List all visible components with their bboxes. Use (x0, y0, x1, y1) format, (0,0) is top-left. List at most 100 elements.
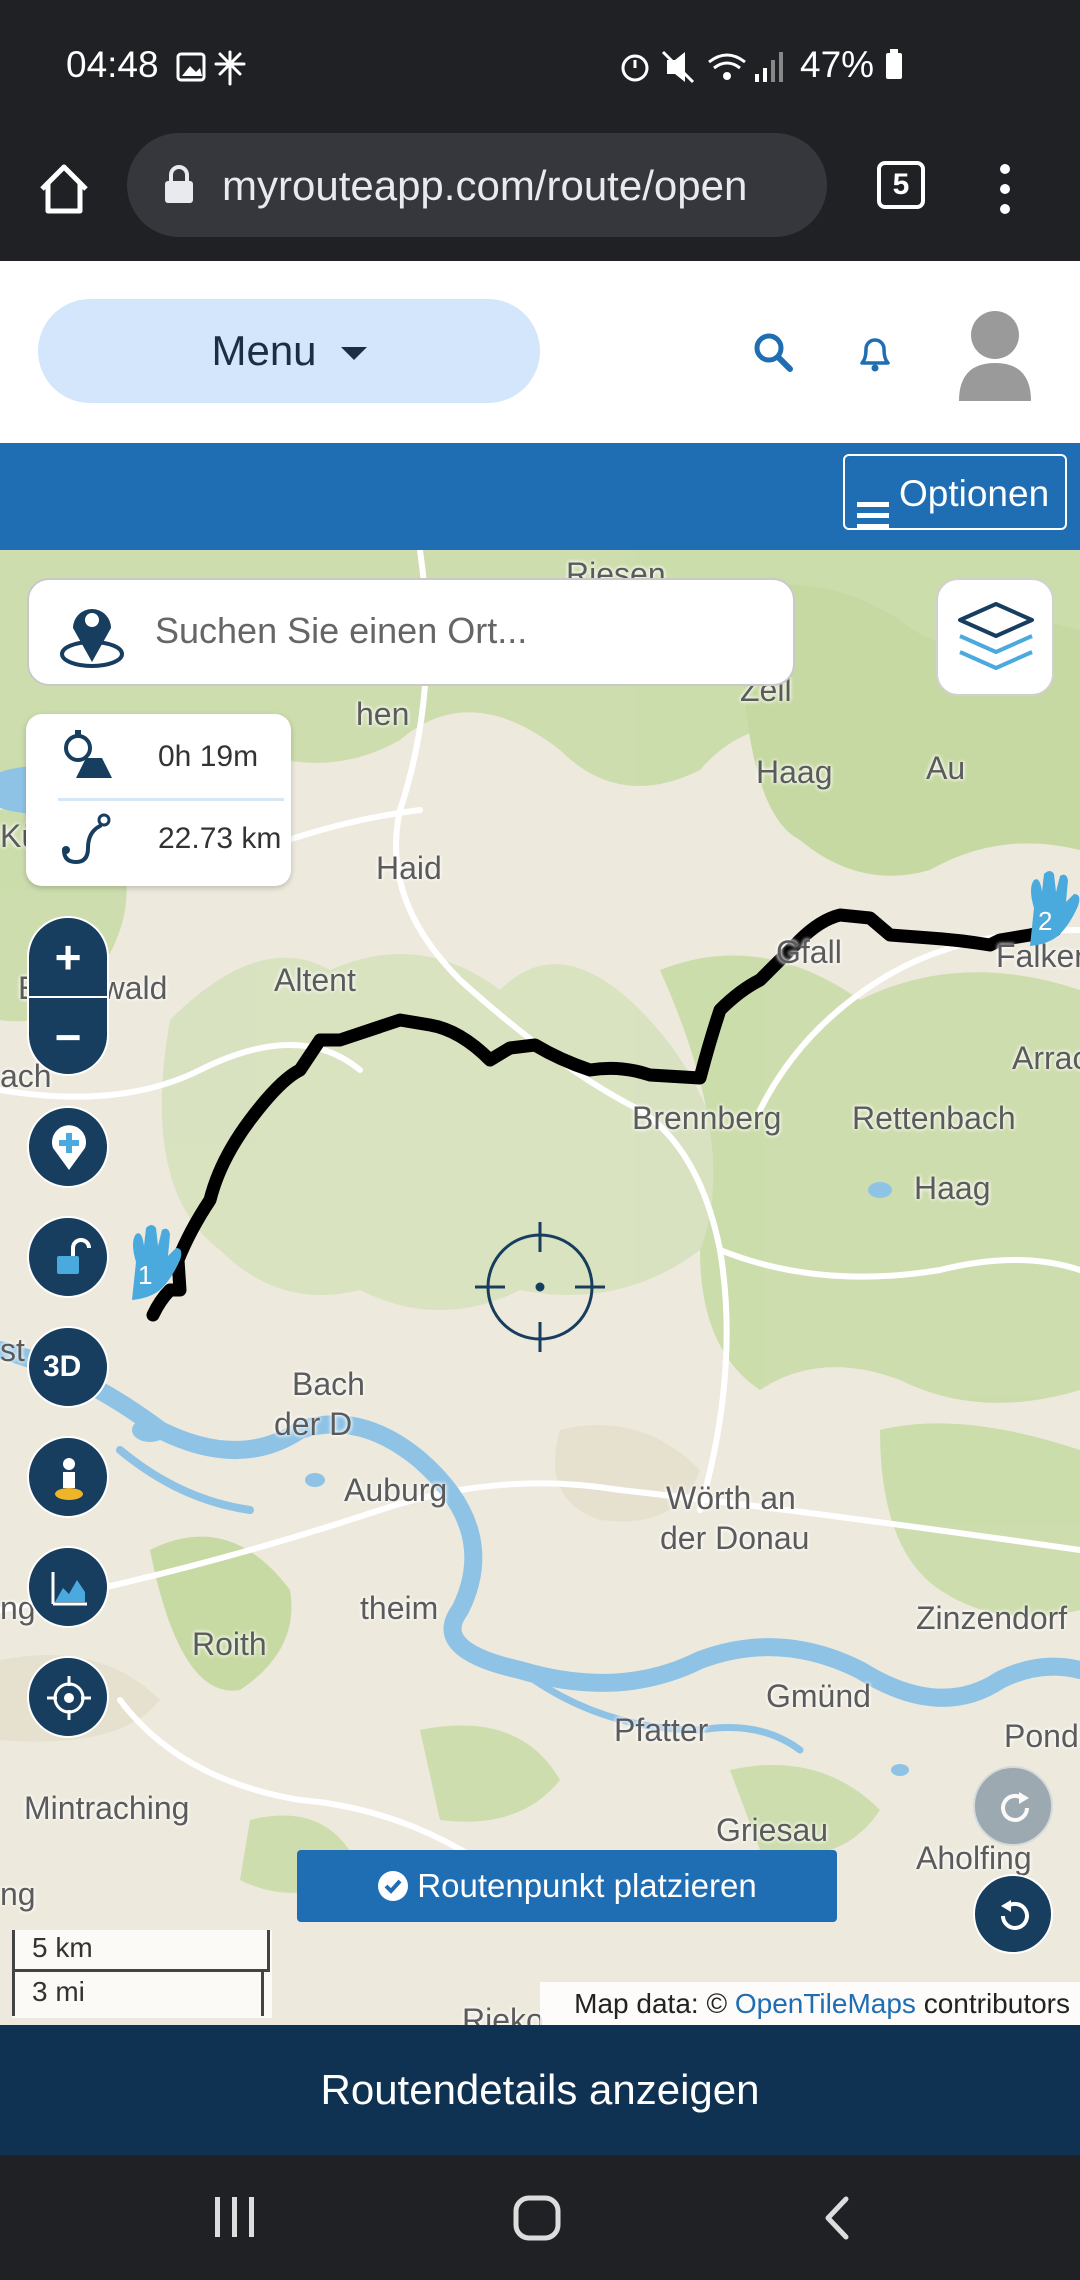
search-placeholder: Suchen Sie einen Ort... (155, 610, 528, 651)
route-toolbar: Optionen (0, 443, 1080, 550)
home-icon[interactable] (34, 159, 94, 224)
3d-view-button[interactable]: 3D (27, 1326, 109, 1408)
undo-button[interactable] (973, 1874, 1053, 1954)
map-scale: 5 km 3 mi (12, 1930, 272, 2018)
bell-icon[interactable] (854, 331, 896, 380)
refresh-icon (1001, 1792, 1029, 1822)
map-label: Rieko (462, 2002, 544, 2025)
map-label: Gfall (776, 934, 842, 970)
map-label: Zinzendorf (916, 1600, 1068, 1636)
add-waypoint-button[interactable] (27, 1106, 109, 1188)
locate-me-button[interactable] (27, 1656, 109, 1738)
browser-url-bar: myrouteapp.com/route/open 5 (0, 133, 1080, 261)
battery-percent: 47% (800, 44, 904, 86)
map-label: Griesau (716, 1812, 829, 1848)
home-nav-icon[interactable] (513, 2195, 561, 2246)
route-distance: 22.73 km (158, 822, 282, 855)
map-label: Arrac (1012, 1040, 1080, 1076)
system-icons (615, 46, 795, 91)
elevation-chart-icon (51, 1572, 87, 1606)
location-pin-icon (57, 596, 127, 675)
menu-label: Menu (211, 327, 317, 374)
map-label: Gmünd (766, 1678, 871, 1714)
lock-icon[interactable] (162, 163, 196, 210)
scale-km: 5 km (32, 1932, 93, 1963)
place-search-input[interactable]: Suchen Sie einen Ort... (27, 578, 795, 686)
duration-row: 0h 19m (58, 730, 258, 790)
place-waypoint-label: Routenpunkt platzieren (417, 1867, 757, 1904)
search-icon[interactable] (752, 331, 794, 378)
unlock-button[interactable] (27, 1216, 109, 1298)
avatar[interactable] (955, 303, 1035, 406)
options-label: Optionen (899, 473, 1050, 514)
hand-marker-icon (132, 1225, 182, 1300)
route-distance-icon (62, 813, 111, 865)
stopwatch-car-icon (64, 730, 112, 778)
map-label: ng (0, 1876, 36, 1912)
3d-label: 3D (43, 1350, 82, 1383)
back-icon[interactable] (822, 2195, 852, 2246)
gallery-icon (176, 50, 246, 86)
map-label: Pond (1004, 1718, 1079, 1754)
map-label: Wörth an (666, 1480, 796, 1516)
more-vert-icon[interactable] (995, 159, 1015, 224)
route-duration: 0h 19m (158, 740, 259, 773)
attribution-link[interactable]: OpenTileMaps (735, 1988, 916, 2019)
map-label: Rettenbach (852, 1100, 1016, 1136)
map-label: hen (356, 696, 410, 732)
attribution-prefix: Map data: © (574, 1988, 728, 2019)
map-label: Pfatter (614, 1712, 709, 1748)
status-time: 04:48 (66, 44, 159, 85)
map-label: Haag (756, 754, 833, 790)
street-view-button[interactable] (27, 1436, 109, 1518)
map-label: der Donau (660, 1520, 810, 1556)
map-label: Mintraching (24, 1790, 190, 1826)
elevation-profile-button[interactable] (27, 1546, 109, 1628)
notification-icons (176, 50, 256, 91)
app-header: Menu (0, 261, 1080, 443)
map-label: Haid (376, 850, 442, 886)
tab-switcher-button[interactable]: 5 (877, 161, 925, 209)
distance-row: 22.73 km (58, 810, 281, 870)
system-nav-bar (0, 2155, 1080, 2280)
attribution-suffix: contributors (923, 1988, 1070, 2019)
map-attribution: Map data: © OpenTileMaps contributors (540, 1982, 1080, 2025)
map-label: Altent (274, 962, 356, 998)
recent-apps-icon[interactable] (213, 2197, 257, 2242)
waypoint-number: 2 (1038, 906, 1053, 936)
url-text[interactable]: myrouteapp.com/route/open (222, 162, 810, 210)
waypoint-start-marker[interactable]: 1 (122, 1222, 186, 1302)
battery-icon (886, 49, 903, 79)
crosshair-icon (47, 1676, 91, 1720)
map-label: Haag (914, 1170, 991, 1206)
zoom-in-button[interactable]: + (29, 918, 107, 996)
route-summary-card: 0h 19m 22.73 km (26, 714, 291, 886)
map-label: Roith (192, 1626, 267, 1662)
refresh-button[interactable] (973, 1766, 1053, 1846)
unlock-icon (57, 1238, 91, 1274)
alarm-mute-wifi-signal-icons (621, 50, 783, 84)
pegman-icon (55, 1458, 83, 1500)
map-label: der D (274, 1406, 353, 1442)
undo-icon (1001, 1900, 1029, 1930)
waypoint-end-marker[interactable]: 2 (1020, 868, 1080, 948)
options-button[interactable]: Optionen (843, 454, 1067, 530)
caret-down-icon (340, 347, 367, 361)
zoom-control: + − (27, 916, 109, 1076)
route-details-button[interactable]: Routendetails anzeigen (0, 2025, 1080, 2155)
menu-button[interactable]: Menu (38, 299, 540, 403)
layers-button[interactable] (936, 578, 1054, 696)
map-label: Brennberg (632, 1100, 782, 1136)
place-waypoint-button[interactable]: Routenpunkt platzieren (297, 1850, 837, 1922)
hamburger-icon (857, 480, 889, 556)
scale-mi: 3 mi (32, 1976, 85, 2007)
check-circle-icon (378, 1871, 409, 1901)
zoom-out-button[interactable]: − (29, 996, 107, 1076)
map-view[interactable]: Riesen Zell hen Haag Au Kü Haid Gfall Fa… (0, 550, 1080, 2025)
map-label: Bach (292, 1366, 365, 1402)
battery-text: 47% (800, 44, 875, 85)
waypoint-number: 1 (138, 1260, 153, 1290)
status-bar: 04:48 47% (0, 0, 1080, 133)
map-label: Au (926, 750, 966, 786)
map-label: st (0, 1332, 25, 1368)
